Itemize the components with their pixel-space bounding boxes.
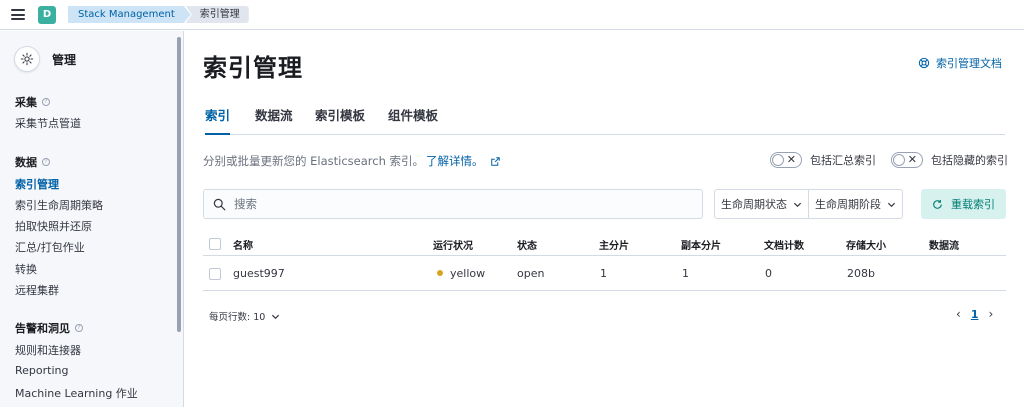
sidebar-group-data: 数据? [15,154,50,170]
indices-table: 名称 运行状况 状态 主分片 副本分片 文档计数 存储大小 数据流 guest9… [203,232,1006,291]
sidebar-scrollbar[interactable] [177,37,181,332]
sidebar-item-reporting[interactable]: Reporting [15,364,68,377]
lifecycle-phase-filter[interactable]: 生命周期阶段 [808,190,902,218]
help-docs-icon [918,57,930,69]
sidebar-title: 管理 [52,52,77,67]
search-icon [213,198,226,210]
cross-icon: ✕ [907,153,917,166]
row-checkbox[interactable] [209,268,221,280]
breadcrumb-stack-management[interactable]: Stack Management [68,6,191,23]
index-name-link[interactable]: guest997 [233,267,285,280]
filter-label: 生命周期阶段 [815,198,881,211]
tab-component-templates[interactable]: 组件模板 [388,106,438,135]
rows-per-page-label: 每页行数: 10 [209,312,266,323]
sidebar-item-index-management[interactable]: 索引管理 [15,176,59,192]
filter-label: 生命周期状态 [721,198,787,211]
pagination: ‹ 1 › [956,307,993,321]
refresh-icon [933,199,942,209]
gear-icon [14,46,40,72]
sidebar-group-label: 采集 [15,96,37,109]
lifecycle-status-filter[interactable]: 生命周期状态 [715,190,808,218]
breadcrumb-index-management: 索引管理 [185,6,249,23]
chevron-down-icon [887,202,896,207]
sidebar-group-alerts-insights: 告警和洞见? [15,320,83,336]
chevron-right-icon[interactable]: › [988,307,993,321]
reload-indices-button[interactable]: 重载索引 [921,189,1006,219]
space-avatar[interactable]: D [38,5,56,24]
rows-per-page-select[interactable]: 每页行数: 10 [209,309,280,323]
sidebar-item-ml-jobs[interactable]: Machine Learning 作业 [15,385,138,401]
sidebar-header: 管理 [14,46,76,72]
menu-icon[interactable] [11,9,25,20]
sidebar-item-ingest-pipelines[interactable]: 采集节点管道 [15,115,81,131]
column-header-status[interactable]: 状态 [517,237,537,252]
replica-cell: 1 [682,267,689,280]
chevron-left-icon[interactable]: ‹ [956,307,961,321]
help-icon[interactable]: ? [42,98,50,106]
table-row: guest997 yellow open 1 1 0 208b [203,256,1006,291]
column-header-docs-count[interactable]: 文档计数 [764,237,804,252]
sidebar-item-remote-clusters[interactable]: 远程集群 [15,282,59,298]
management-sidebar: 管理 采集? 采集节点管道 数据? 索引管理 索引生命周期策略 拍取快照并还原 … [0,31,184,407]
reload-label: 重载索引 [951,198,995,211]
toggle-switch[interactable]: ✕ [770,152,802,168]
cross-icon: ✕ [786,153,796,166]
column-header-health[interactable]: 运行状况 [433,237,473,252]
sidebar-item-rules-connectors[interactable]: 规则和连接器 [15,342,81,358]
search-input[interactable] [234,197,674,211]
include-rollup-toggle[interactable]: ✕ 包括汇总索引 [770,152,876,168]
breadcrumb: Stack Management 索引管理 [68,6,249,23]
column-header-replica[interactable]: 副本分片 [681,237,721,252]
chevron-down-icon [793,202,802,207]
help-icon[interactable]: ? [42,158,50,166]
column-header-data-stream[interactable]: 数据流 [929,237,959,252]
sidebar-item-transforms[interactable]: 转换 [15,261,37,277]
page-title: 索引管理 [203,54,303,82]
external-link-icon [490,156,500,166]
tab-indices[interactable]: 索引 [205,106,231,135]
top-header: D Stack Management 索引管理 [0,0,1024,30]
description-text: 分别或批量更新您的 Elasticsearch 索引。 [203,154,425,168]
help-icon[interactable]: ? [75,324,83,332]
sidebar-item-rollup-jobs[interactable]: 汇总/打包作业 [15,239,85,255]
chevron-down-icon [272,314,280,319]
sidebar-group-label: 数据 [15,156,37,169]
main-content: 索引管理 索引管理文档 索引 数据流 索引模板 组件模板 分别或批量更新您的 E… [185,31,1024,407]
storage-size-cell: 208b [847,267,875,280]
filter-group: 生命周期状态 生命周期阶段 [714,189,903,219]
health-cell: yellow [437,267,485,280]
toggle-switch[interactable]: ✕ [891,152,923,168]
select-all-checkbox[interactable] [209,238,221,250]
page-number-1[interactable]: 1 [971,308,979,321]
tab-bar: 索引 数据流 索引模板 组件模板 [205,106,1005,135]
column-header-primary[interactable]: 主分片 [599,237,629,252]
sidebar-group-ingest: 采集? [15,94,50,110]
docs-link[interactable]: 索引管理文档 [918,55,1002,71]
sidebar-group-label: 告警和洞见 [15,322,70,335]
primary-cell: 1 [600,267,607,280]
tab-data-streams[interactable]: 数据流 [255,106,293,135]
table-header: 名称 运行状况 状态 主分片 副本分片 文档计数 存储大小 数据流 [203,232,1006,256]
column-header-storage-size[interactable]: 存储大小 [846,237,886,252]
health-value: yellow [450,267,486,280]
search-bar [203,189,703,219]
docs-count-cell: 0 [765,267,772,280]
sidebar-item-ilm-policies[interactable]: 索引生命周期策略 [15,197,103,213]
toggle-label: 包括隐藏的索引 [931,154,1008,167]
tab-index-templates[interactable]: 索引模板 [315,106,365,135]
status-cell: open [517,267,545,280]
page-description: 分别或批量更新您的 Elasticsearch 索引。 了解详情。 [203,153,500,169]
learn-more-link[interactable]: 了解详情。 [426,153,484,169]
docs-link-label: 索引管理文档 [936,57,1002,70]
health-dot-icon [437,270,443,276]
column-header-name[interactable]: 名称 [233,237,253,252]
sidebar-item-snapshot-restore[interactable]: 拍取快照并还原 [15,218,92,234]
toggle-label: 包括汇总索引 [810,154,876,167]
include-hidden-toggle[interactable]: ✕ 包括隐藏的索引 [891,152,1008,168]
